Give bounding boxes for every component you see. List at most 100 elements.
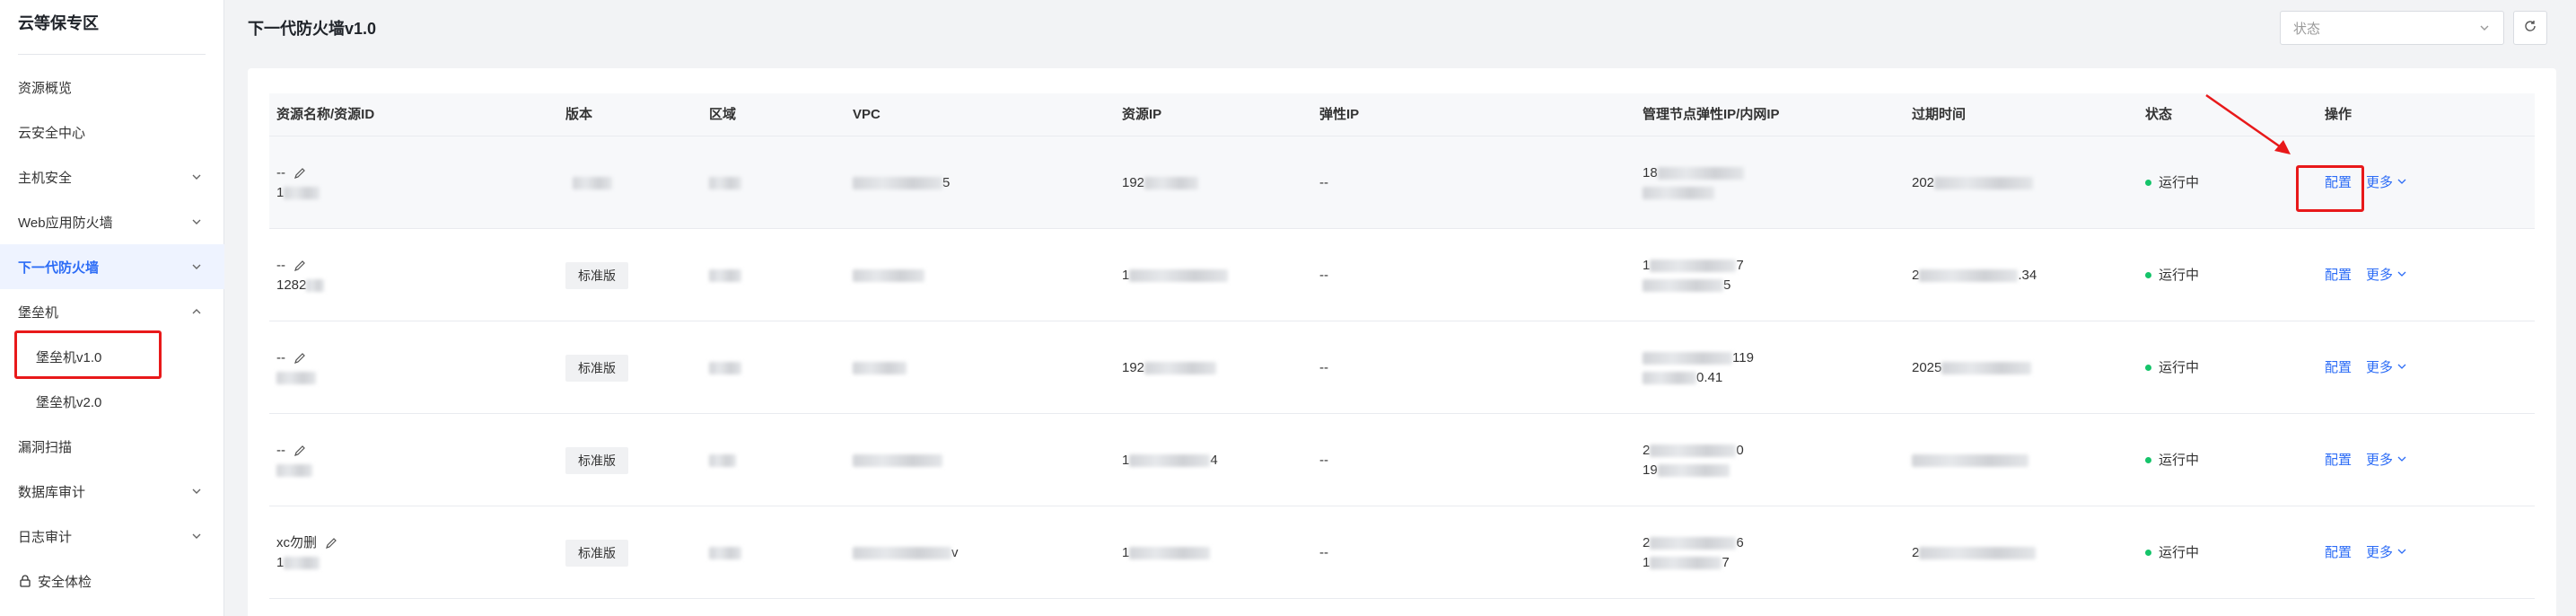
- mgmt-ip-partial: 18: [1643, 164, 1658, 180]
- cell-region: [709, 136, 741, 229]
- cell-region: [709, 414, 736, 506]
- status-text: 运行中: [2159, 452, 2200, 468]
- resource-name: --: [276, 164, 285, 180]
- cell-region: [709, 506, 741, 599]
- status-text: 运行中: [2159, 267, 2200, 283]
- more-dropdown[interactable]: 更多: [2366, 543, 2407, 563]
- edit-icon[interactable]: [293, 444, 307, 458]
- redacted-text: [1919, 268, 2019, 282]
- resource-table: 资源名称/资源ID 版本 区域 VPC 资源IP 弹性IP 管理节点弹性IP/内…: [269, 93, 2535, 599]
- redacted-text: [853, 546, 951, 559]
- status-dot: [2145, 272, 2151, 278]
- edit-icon[interactable]: [324, 536, 338, 550]
- annotation-box-bastion-v1: [14, 330, 162, 379]
- ip-partial: 1: [1122, 267, 1130, 283]
- sidebar-item-security-check[interactable]: 安全体检: [0, 559, 224, 603]
- redacted-text: [1919, 546, 2037, 559]
- table-row: -- 1 5 192 -- 18 202 运行中 配置 更多: [269, 136, 2535, 229]
- sidebar-item-log-audit[interactable]: 日志审计: [0, 514, 224, 559]
- config-link[interactable]: 配置: [2325, 543, 2352, 563]
- chevron-down-icon: [190, 260, 203, 273]
- redacted-text: [709, 453, 736, 467]
- sidebar-item-host-security[interactable]: 主机安全: [0, 154, 224, 199]
- redacted-text: [306, 278, 325, 292]
- resource-id: 1282: [276, 277, 307, 293]
- sidebar-item-label: 资源概览: [18, 80, 73, 96]
- ip-partial: 1: [1122, 544, 1130, 560]
- config-link[interactable]: 配置: [2325, 266, 2352, 286]
- sidebar-item-label: 安全体检: [38, 574, 92, 590]
- sidebar-item-label: 数据库审计: [18, 484, 86, 500]
- column-header: 弹性IP: [1319, 107, 1360, 122]
- redacted-text: [1650, 444, 1737, 457]
- cell-ip: 192: [1122, 136, 1199, 229]
- more-dropdown[interactable]: 更多: [2366, 173, 2407, 193]
- status-text: 运行中: [2159, 544, 2200, 560]
- cell-ops: 配置 更多: [2325, 229, 2407, 321]
- column-header: 资源IP: [1122, 107, 1162, 122]
- redacted-text: [1129, 453, 1211, 467]
- sidebar-item-label: 下一代防火墙: [18, 260, 100, 276]
- expire-partial: 2: [1912, 267, 1920, 283]
- mgmt-ip-partial-2: 0.41: [1696, 369, 1723, 385]
- sidebar-item-ngfw[interactable]: 下一代防火墙: [0, 244, 224, 289]
- sidebar-item-bastion[interactable]: 堡垒机: [0, 289, 224, 334]
- cell-mgmt-ip: 18: [1643, 136, 1744, 229]
- sidebar-title: 云等保专区: [18, 14, 99, 32]
- version-tag: 标准版: [565, 261, 628, 289]
- sidebar-item-label: 日志审计: [18, 529, 73, 545]
- config-link[interactable]: 配置: [2325, 358, 2352, 378]
- status-text: 运行中: [2159, 359, 2200, 375]
- mgmt-ip-partial-2: 1: [1643, 554, 1651, 570]
- mgmt-ip-partial: 119: [1732, 349, 1754, 365]
- redacted-text: [709, 546, 741, 559]
- page-title: 下一代防火墙v1.0: [248, 20, 377, 38]
- cell-vpc: 5: [853, 136, 950, 229]
- refresh-button[interactable]: [2513, 11, 2547, 45]
- sidebar-item-vuln-scan[interactable]: 漏洞扫描: [0, 424, 224, 469]
- column-header: 过期时间: [1912, 107, 1967, 122]
- more-label: 更多: [2366, 452, 2394, 468]
- column-header: 版本: [565, 107, 593, 122]
- edit-icon[interactable]: [293, 259, 307, 273]
- more-dropdown[interactable]: 更多: [2366, 266, 2407, 286]
- redacted-text: [1643, 278, 1723, 292]
- cell-mgmt-ip: 2 0 19: [1643, 414, 1744, 506]
- chevron-down-icon: [190, 530, 203, 542]
- annotation-box-config: [2296, 165, 2364, 212]
- mgmt-ip-tail-2: 7: [1722, 554, 1730, 570]
- cell-status: 运行中: [2145, 136, 2199, 229]
- sidebar-item-waf[interactable]: Web应用防火墙: [0, 199, 224, 244]
- lock-icon: [18, 574, 32, 588]
- cell-status: 运行中: [2145, 506, 2199, 599]
- sidebar-item-label: 堡垒机: [18, 304, 59, 321]
- status-filter-select[interactable]: 状态: [2280, 11, 2504, 45]
- mgmt-ip-partial-2: 19: [1643, 462, 1658, 478]
- edit-icon[interactable]: [293, 166, 307, 180]
- more-dropdown[interactable]: 更多: [2366, 451, 2407, 471]
- more-dropdown[interactable]: 更多: [2366, 358, 2407, 378]
- ip-tail: 4: [1210, 452, 1218, 468]
- chevron-down-icon: [2478, 22, 2491, 34]
- chevron-down-icon: [2396, 451, 2407, 471]
- ip-partial: 1: [1122, 452, 1130, 468]
- sidebar-item-db-audit[interactable]: 数据库审计: [0, 469, 224, 514]
- chevron-down-icon: [2396, 173, 2407, 193]
- status-filter-placeholder: 状态: [2293, 21, 2321, 37]
- redacted-text: [1643, 351, 1732, 365]
- edit-icon[interactable]: [293, 351, 307, 365]
- redacted-text: [276, 463, 312, 477]
- version-tag: 标准版: [565, 446, 628, 474]
- column-header: 状态: [2145, 107, 2173, 122]
- sidebar-item-label: 云安全中心: [18, 125, 86, 141]
- sidebar-item-cloud-security-center[interactable]: 云安全中心: [0, 110, 224, 154]
- config-link[interactable]: 配置: [2325, 451, 2352, 471]
- cell-vpc: [853, 414, 942, 506]
- sidebar-item-bastion-v2[interactable]: 堡垒机v2.0: [0, 379, 224, 424]
- cell-name: xc勿删 1: [276, 506, 338, 599]
- cell-ops: 配置 更多: [2325, 506, 2407, 599]
- cell-name: --: [276, 414, 312, 506]
- chevron-down-icon: [190, 171, 203, 183]
- cell-expire: 2025: [1912, 321, 2032, 414]
- sidebar-item-resource-overview[interactable]: 资源概览: [0, 65, 224, 110]
